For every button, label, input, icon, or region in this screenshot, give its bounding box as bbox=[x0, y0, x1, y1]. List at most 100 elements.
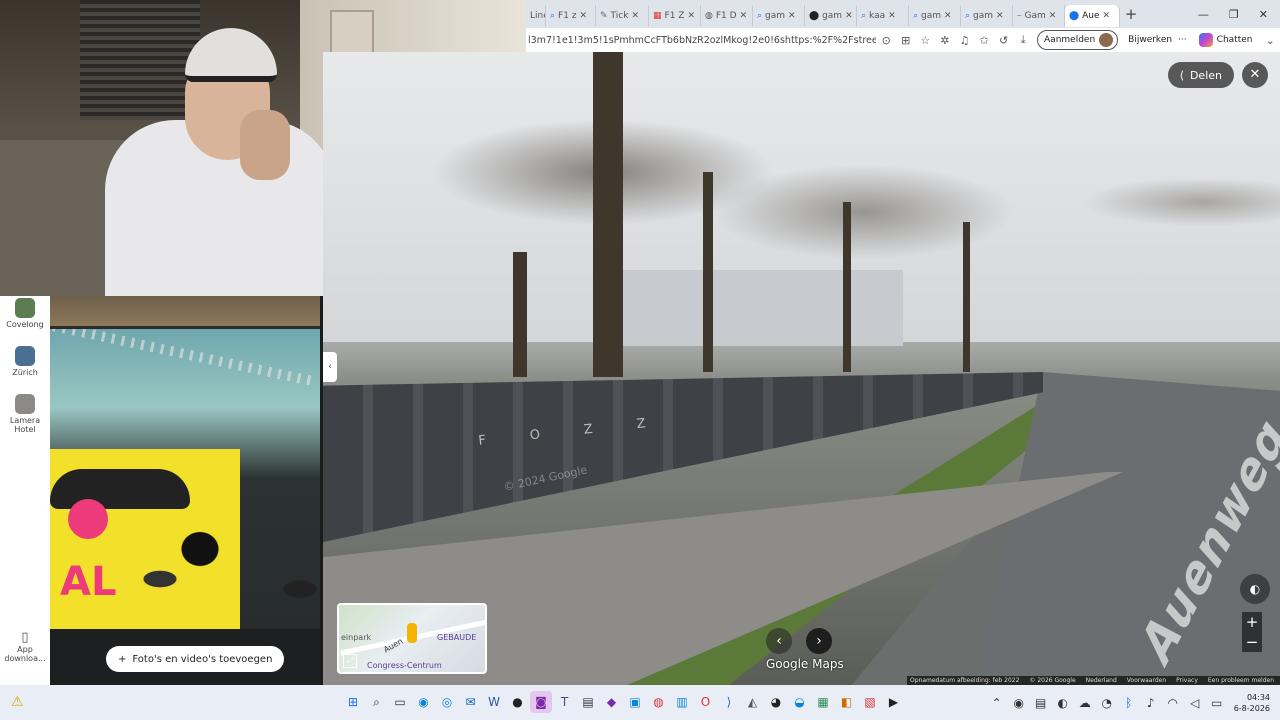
tab-3[interactable]: ✎ Tick ✕ bbox=[596, 5, 649, 27]
next-image-button[interactable]: › bbox=[806, 628, 832, 654]
clock[interactable]: 04:34 6-8-2026 bbox=[1228, 692, 1280, 714]
sign-in-button[interactable]: Aanmelden bbox=[1037, 30, 1119, 50]
tray-app-icon[interactable]: ◔ bbox=[1096, 692, 1118, 714]
report-problem-link[interactable]: Een probleem melden bbox=[1208, 677, 1274, 684]
app-icon[interactable]: ◕ bbox=[765, 691, 787, 713]
tab-8[interactable]: ⌕ kaa ✕ bbox=[857, 5, 909, 27]
tab-close-icon[interactable]: ✕ bbox=[944, 11, 952, 21]
tab-close-icon[interactable]: ✕ bbox=[580, 11, 588, 21]
tab-close-icon[interactable]: ✕ bbox=[788, 11, 796, 21]
prev-image-button[interactable]: ‹ bbox=[766, 628, 792, 654]
app-icon[interactable]: ◭ bbox=[742, 691, 764, 713]
favorites-icon[interactable]: ✩ bbox=[974, 34, 994, 47]
close-window-button[interactable]: ✕ bbox=[1259, 8, 1268, 21]
store-icon[interactable]: ▣ bbox=[624, 691, 646, 713]
media-player-icon[interactable]: ▶ bbox=[883, 691, 905, 713]
collapse-panel-button[interactable]: ‹ bbox=[323, 352, 337, 382]
apps-icon[interactable]: ⊞ bbox=[896, 34, 916, 47]
start-icon[interactable]: ⊞ bbox=[342, 691, 364, 713]
mini-map[interactable]: einpark GEBAUDE Auen Congress-Centrum ⤢ bbox=[337, 603, 487, 674]
app-icon[interactable]: ◍ bbox=[648, 691, 670, 713]
task-view-icon[interactable]: ▭ bbox=[389, 691, 411, 713]
app-icon[interactable]: ◆ bbox=[601, 691, 623, 713]
microphone-icon[interactable]: ♪ bbox=[1140, 692, 1162, 714]
add-photos-button[interactable]: + Foto's en video's toevoegen bbox=[106, 646, 285, 672]
word-icon[interactable]: W bbox=[483, 691, 505, 713]
tab-1[interactable]: Line bbox=[526, 5, 546, 27]
url-field[interactable]: l3m7!1e1!3m5!1sPmhmCcFTb6bNzR2ozlMkog!2e… bbox=[526, 35, 876, 46]
tab-6[interactable]: ⌕ gam ✕ bbox=[753, 5, 805, 27]
history-icon[interactable]: ↺ bbox=[994, 34, 1014, 47]
media-icon[interactable]: ♫ bbox=[955, 34, 975, 47]
zoom-out-button[interactable]: − bbox=[1242, 632, 1262, 652]
tab-close-icon[interactable]: ✕ bbox=[888, 11, 896, 21]
close-streetview-button[interactable]: ✕ bbox=[1242, 62, 1268, 88]
new-tab-button[interactable]: + bbox=[1120, 5, 1142, 23]
outlook-icon[interactable]: ✉ bbox=[460, 691, 482, 713]
tab-close-icon[interactable]: ✕ bbox=[996, 11, 1004, 21]
favorite-star-icon[interactable]: ☆ bbox=[916, 34, 936, 47]
restore-button[interactable]: ❐ bbox=[1229, 8, 1239, 21]
opera-icon[interactable]: O bbox=[695, 691, 717, 713]
chrome-icon[interactable]: ◒ bbox=[789, 691, 811, 713]
street-view-panorama[interactable]: F O Z Z © 2024 Google Auenweg ‹ ⟨ Delen ✕… bbox=[323, 52, 1280, 685]
privacy-link[interactable]: Privacy bbox=[1176, 677, 1198, 684]
battery-icon[interactable]: ▭ bbox=[1206, 692, 1228, 714]
bluetooth-icon[interactable]: ᛒ bbox=[1118, 692, 1140, 714]
search-icon[interactable]: ⌕ bbox=[366, 691, 388, 713]
tab-5[interactable]: ◍ F1 D ✕ bbox=[701, 5, 753, 27]
tray-app-icon[interactable]: ◐ bbox=[1052, 692, 1074, 714]
tab-4[interactable]: ▦ F1 Z ✕ bbox=[649, 5, 701, 27]
vscode-icon[interactable]: ⟩ bbox=[718, 691, 740, 713]
warning-icon[interactable]: ⚠ bbox=[11, 694, 24, 710]
tray-app-icon[interactable]: ◉ bbox=[1008, 692, 1030, 714]
app-icon[interactable]: ◧ bbox=[836, 691, 858, 713]
sidebar-item-covelong[interactable]: Covelong bbox=[0, 298, 50, 329]
tab-close-icon[interactable]: ✕ bbox=[1049, 11, 1057, 21]
tab-7[interactable]: ⬤ gam ✕ bbox=[805, 5, 857, 27]
more-menu-button[interactable]: ··· bbox=[1178, 35, 1187, 45]
location-icon[interactable]: ⊙ bbox=[876, 34, 896, 47]
copilot-chat-button[interactable]: Chatten bbox=[1198, 33, 1252, 47]
edge-app-icon[interactable]: ◎ bbox=[436, 691, 458, 713]
tray-app-icon[interactable]: ▤ bbox=[1030, 692, 1052, 714]
update-button[interactable]: Bijwerken bbox=[1128, 35, 1172, 45]
compass-icon[interactable]: ◐ bbox=[1240, 574, 1270, 604]
minimize-button[interactable]: — bbox=[1198, 8, 1209, 21]
pegman-icon[interactable] bbox=[407, 623, 417, 643]
photos-icon[interactable]: ▥ bbox=[671, 691, 693, 713]
photo-thumbnail-top[interactable] bbox=[50, 296, 320, 326]
tab-2[interactable]: ⌕ F1 z ✕ bbox=[546, 5, 596, 27]
edge-icon[interactable]: ◉ bbox=[413, 691, 435, 713]
share-button[interactable]: ⟨ Delen bbox=[1167, 62, 1234, 88]
tab-active-streetview[interactable]: ⬤ Aue ✕ bbox=[1065, 5, 1120, 27]
sidebar-item-zurich[interactable]: Zürich bbox=[0, 346, 50, 377]
app-icon[interactable]: ▧ bbox=[859, 691, 881, 713]
onedrive-icon[interactable]: ☁ bbox=[1074, 692, 1096, 714]
tab-close-icon[interactable]: ✕ bbox=[687, 11, 695, 21]
tab-10[interactable]: ⌕ gam ✕ bbox=[961, 5, 1013, 27]
concert-photo[interactable]: AL bbox=[50, 329, 320, 685]
app-icon[interactable]: ● bbox=[507, 691, 529, 713]
chevron-down-icon[interactable]: ⌄ bbox=[1260, 34, 1280, 47]
expand-map-icon[interactable]: ⤢ bbox=[343, 654, 357, 668]
tab-close-icon[interactable]: ✕ bbox=[845, 11, 853, 21]
terminal-icon[interactable]: ▤ bbox=[577, 691, 599, 713]
active-app-icon[interactable]: ◙ bbox=[530, 691, 552, 713]
extensions-icon[interactable]: ✲ bbox=[935, 34, 955, 47]
sidebar-item-lamera-hotel[interactable]: Lamera Hotel bbox=[0, 394, 50, 434]
zoom-in-button[interactable]: + bbox=[1242, 612, 1262, 632]
app-icon[interactable]: ▦ bbox=[812, 691, 834, 713]
teams-icon[interactable]: T bbox=[554, 691, 576, 713]
wifi-icon[interactable]: ◠ bbox=[1162, 692, 1184, 714]
country-link[interactable]: Nederland bbox=[1086, 677, 1117, 684]
downloads-icon[interactable]: ⤓ bbox=[1013, 33, 1033, 47]
sidebar-item-app-download[interactable]: ▯ App downloa... bbox=[0, 630, 50, 663]
volume-icon[interactable]: ◁ bbox=[1184, 692, 1206, 714]
terms-link[interactable]: Voorwaarden bbox=[1127, 677, 1166, 684]
tab-close-icon[interactable]: ✕ bbox=[740, 11, 748, 21]
tab-9[interactable]: ⌕ gam ✕ bbox=[909, 5, 961, 27]
tab-close-icon[interactable]: ✕ bbox=[631, 11, 639, 21]
chevron-up-icon[interactable]: ⌃ bbox=[986, 692, 1008, 714]
tab-11[interactable]: ⎯ Gam ✕ bbox=[1013, 5, 1065, 27]
